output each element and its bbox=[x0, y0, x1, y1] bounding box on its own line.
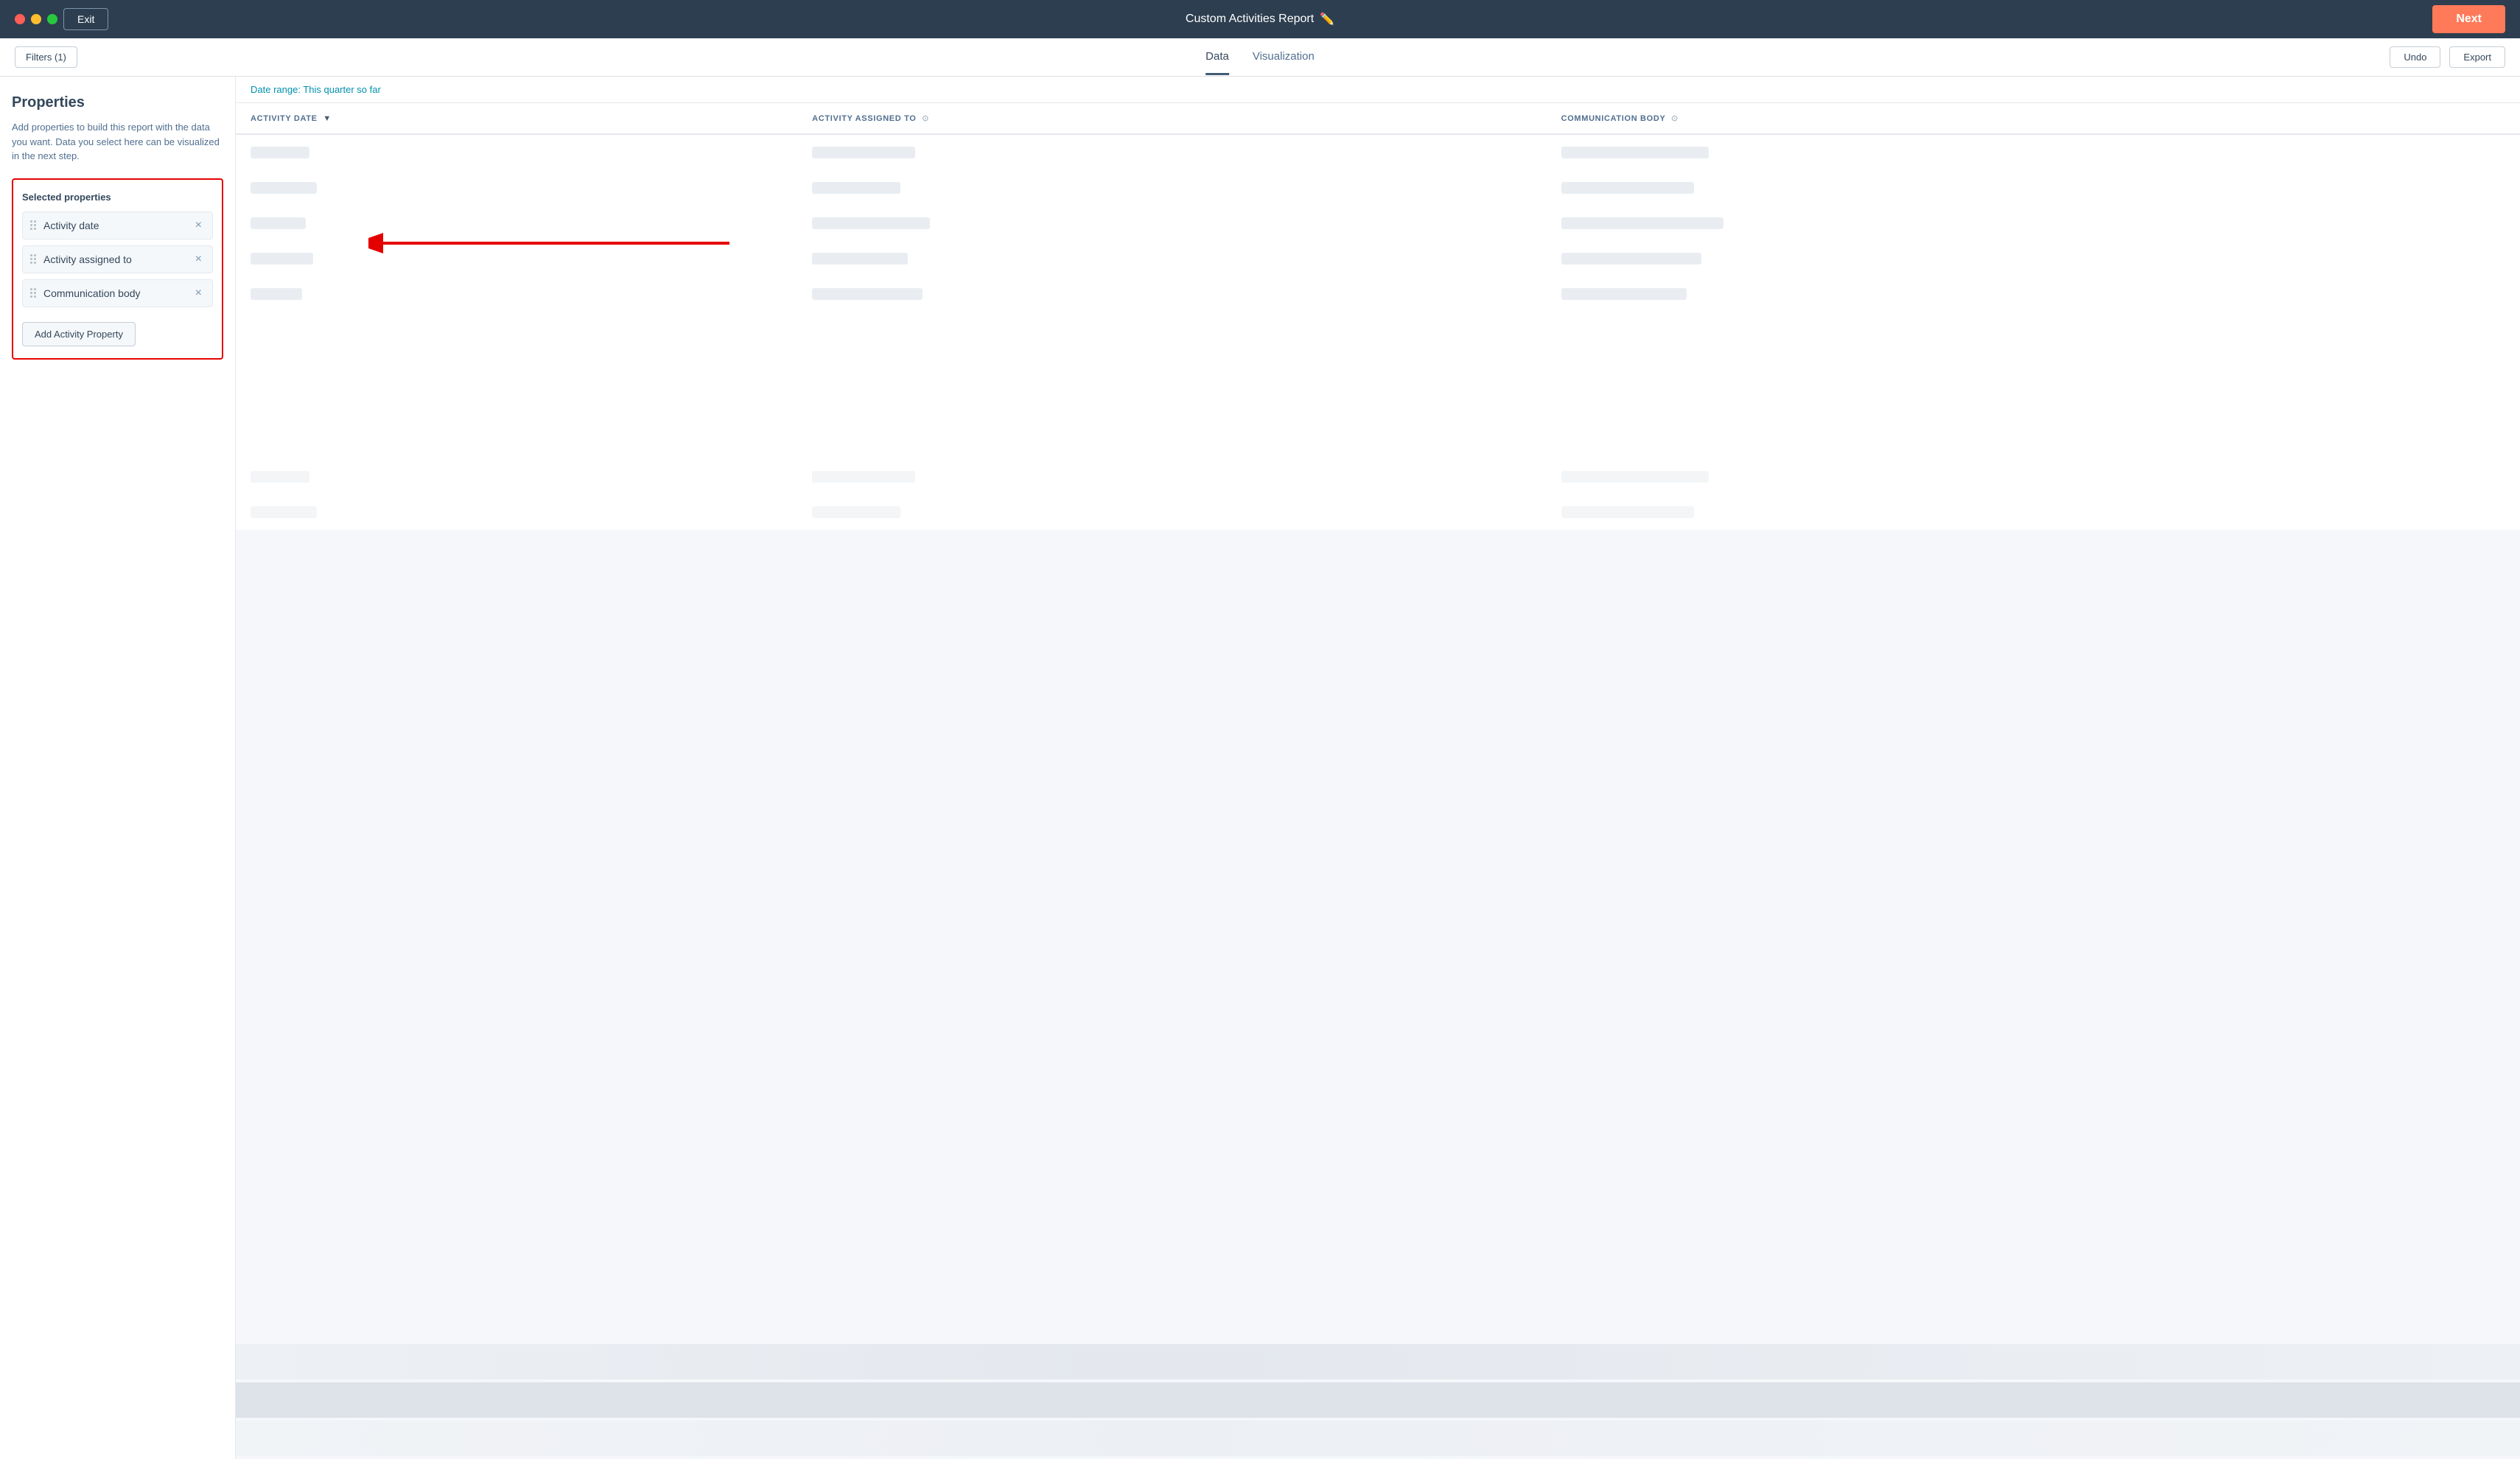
column-label-activity-date: ACTIVITY DATE bbox=[251, 114, 318, 123]
blur-cell bbox=[251, 288, 302, 300]
tab-data[interactable]: Data bbox=[1205, 40, 1229, 75]
blur-cell bbox=[251, 253, 313, 265]
sidebar-description: Add properties to build this report with… bbox=[12, 120, 223, 164]
tab-bar: Data Visualization bbox=[1205, 40, 1315, 75]
titlebar: Exit Custom Activities Report ✏️ Next bbox=[0, 0, 2520, 38]
remove-activity-date-button[interactable]: × bbox=[192, 220, 205, 231]
blurred-band bbox=[236, 1344, 2520, 1379]
date-range-bar: Date range: This quarter so far bbox=[236, 77, 2520, 103]
column-label-activity-assigned-to: ACTIVITY ASSIGNED TO bbox=[812, 114, 916, 123]
property-name-communication-body: Communication body bbox=[43, 287, 185, 299]
column-header-communication-body[interactable]: COMMUNICATION BODY ⊙ bbox=[1547, 103, 2520, 134]
filters-button[interactable]: Filters (1) bbox=[15, 46, 77, 68]
table-header-row: ACTIVITY DATE ▼ ACTIVITY ASSIGNED TO ⊙ C… bbox=[236, 103, 2520, 134]
main-layout: Properties Add properties to build this … bbox=[0, 77, 2520, 1459]
undo-button[interactable]: Undo bbox=[2390, 46, 2440, 68]
table-wrapper: ACTIVITY DATE ▼ ACTIVITY ASSIGNED TO ⊙ C… bbox=[236, 103, 2520, 1459]
blur-cell bbox=[1561, 253, 1701, 265]
date-range-prefix: Date range: bbox=[251, 84, 303, 95]
next-button[interactable]: Next bbox=[2432, 5, 2505, 33]
property-name-activity-date: Activity date bbox=[43, 220, 185, 231]
window-controls: Exit bbox=[15, 8, 108, 30]
report-title: Custom Activities Report bbox=[1186, 13, 1314, 26]
property-name-activity-assigned-to: Activity assigned to bbox=[43, 253, 185, 265]
table-empty-row bbox=[236, 312, 2520, 459]
remove-communication-body-button[interactable]: × bbox=[192, 287, 205, 299]
content-area: Date range: This quarter so far bbox=[236, 77, 2520, 1459]
blur-cell bbox=[812, 147, 915, 158]
table-row bbox=[236, 206, 2520, 241]
table-row bbox=[236, 459, 2520, 494]
blur-cell bbox=[812, 253, 908, 265]
blur-cell bbox=[812, 288, 923, 300]
column-header-activity-date[interactable]: ACTIVITY DATE ▼ bbox=[236, 103, 797, 134]
table-row bbox=[236, 494, 2520, 530]
table-row bbox=[236, 276, 2520, 312]
filter-icon-communication-body[interactable]: ⊙ bbox=[1671, 114, 1679, 123]
selected-properties-box: Selected properties Activity date × A bbox=[12, 178, 223, 360]
drag-handle-activity-date[interactable] bbox=[30, 220, 36, 230]
remove-activity-assigned-to-button[interactable]: × bbox=[192, 253, 205, 265]
blur-cell bbox=[812, 506, 900, 518]
exit-button[interactable]: Exit bbox=[63, 8, 108, 30]
property-item-activity-assigned-to: Activity assigned to × bbox=[22, 245, 213, 273]
blurred-bands bbox=[236, 1344, 2520, 1459]
sidebar: Properties Add properties to build this … bbox=[0, 77, 236, 1459]
fullscreen-dot bbox=[47, 14, 57, 24]
blurred-band-dark bbox=[236, 1382, 2520, 1418]
blur-cell bbox=[812, 217, 930, 229]
close-dot bbox=[15, 14, 25, 24]
column-header-activity-assigned-to[interactable]: ACTIVITY ASSIGNED TO ⊙ bbox=[797, 103, 1546, 134]
blur-cell bbox=[251, 217, 306, 229]
add-activity-property-button[interactable]: Add Activity Property bbox=[22, 322, 136, 346]
filter-icon-activity-assigned-to[interactable]: ⊙ bbox=[922, 114, 929, 123]
table-row bbox=[236, 170, 2520, 206]
blur-cell bbox=[251, 147, 309, 158]
blurred-band-light bbox=[236, 1421, 2520, 1456]
report-title-area: Custom Activities Report ✏️ bbox=[1186, 12, 1334, 27]
drag-handle-activity-assigned-to[interactable] bbox=[30, 254, 36, 264]
export-button[interactable]: Export bbox=[2449, 46, 2505, 68]
blur-cell bbox=[1561, 471, 1709, 483]
blur-cell bbox=[1561, 182, 1694, 194]
property-item-activity-date: Activity date × bbox=[22, 211, 213, 239]
drag-handle-communication-body[interactable] bbox=[30, 288, 36, 298]
data-table: ACTIVITY DATE ▼ ACTIVITY ASSIGNED TO ⊙ C… bbox=[236, 103, 2520, 530]
property-item-communication-body: Communication body × bbox=[22, 279, 213, 307]
blur-cell bbox=[812, 182, 900, 194]
blur-cell bbox=[1561, 147, 1709, 158]
blur-cell bbox=[251, 471, 309, 483]
toolbar: Filters (1) Data Visualization Undo Expo… bbox=[0, 38, 2520, 77]
edit-title-icon[interactable]: ✏️ bbox=[1320, 12, 1334, 27]
blur-cell bbox=[812, 471, 915, 483]
blur-cell bbox=[251, 506, 317, 518]
blur-cell bbox=[1561, 217, 1723, 229]
column-label-communication-body: COMMUNICATION BODY bbox=[1561, 114, 1666, 123]
blur-cell bbox=[1561, 288, 1687, 300]
tab-visualization[interactable]: Visualization bbox=[1253, 40, 1315, 75]
minimize-dot bbox=[31, 14, 41, 24]
table-row bbox=[236, 241, 2520, 276]
sort-icon-activity-date[interactable]: ▼ bbox=[323, 114, 332, 123]
sidebar-title: Properties bbox=[12, 94, 223, 111]
table-row bbox=[236, 134, 2520, 170]
blur-cell bbox=[251, 182, 317, 194]
selected-properties-label: Selected properties bbox=[22, 192, 213, 203]
blur-cell bbox=[1561, 506, 1694, 518]
toolbar-actions: Undo Export bbox=[2390, 46, 2505, 68]
date-range-value: This quarter so far bbox=[303, 84, 381, 95]
